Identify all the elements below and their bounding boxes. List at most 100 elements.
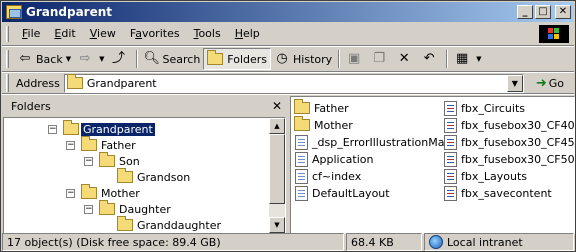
history-button[interactable]: ◷ History [271,48,335,70]
collapse-icon[interactable]: − [84,204,93,214]
chevron-down-icon[interactable]: ▼ [506,74,523,92]
folder-open-icon [63,120,79,135]
tree-label[interactable]: Mother [99,187,142,200]
menu-grip[interactable] [6,26,9,42]
status-objects: 17 object(s) (Disk free space: 89.4 GB) [2,233,344,251]
menu-help[interactable]: Help [228,25,267,43]
go-arrow-icon: ➜ [535,75,547,91]
toolbar-divider [446,50,449,68]
title-bar[interactable]: Grandparent _ □ ✕ [2,2,574,22]
standard-toolbar: ⇦ Back ▼ ⇨ ▼ ⤴ 🔍︎ Search Folders ◷ Histo… [3,47,575,71]
address-grip[interactable] [6,74,9,92]
tree-item-mother[interactable]: − Mother [66,184,142,201]
toolbar-divider [338,50,341,68]
list-item[interactable]: fbx_Circuits [444,100,525,116]
list-item[interactable]: cf~index [295,168,361,184]
go-button[interactable]: ➜ Go [536,76,564,91]
tree-label[interactable]: Daughter [117,203,173,216]
folder-window-icon [6,5,22,19]
list-item[interactable]: Application [295,151,373,167]
list-item[interactable]: fbx_savecontent [444,185,552,201]
address-input[interactable]: Grandparent ▼ [63,73,524,93]
chevron-down-icon[interactable]: ▼ [476,55,481,63]
list-item[interactable]: Father [294,99,349,116]
tree-item-daughter[interactable]: − Daughter [84,200,173,217]
document-icon [444,185,457,201]
folder-tree[interactable]: − Grandparent − Father − Son Grandson − [3,117,286,234]
globe-icon [429,235,443,249]
menu-file[interactable]: File [15,25,47,43]
collapse-icon[interactable]: − [84,156,93,166]
list-item[interactable]: fbx_fusebox30_CF40 [444,117,574,133]
status-size: 68.4 KB [346,233,422,251]
menu-view[interactable]: View [83,25,123,43]
list-item[interactable]: fbx_fusebox30_CF50 [444,151,574,167]
list-item[interactable]: DefaultLayout [295,185,390,201]
folder-icon [81,136,97,151]
tree-label[interactable]: Grandson [135,171,192,184]
tree-item-grandson[interactable]: Grandson [117,168,192,185]
tree-item-father[interactable]: − Father [66,136,138,153]
toolbar-divider [135,50,138,68]
chevron-down-icon[interactable]: ▼ [66,55,71,63]
collapse-icon[interactable]: − [66,188,75,198]
menu-edit[interactable]: Edit [47,25,82,43]
windows-logo-icon [539,25,569,43]
document-icon [444,168,457,184]
list-item[interactable]: Mother [294,116,353,133]
folder-icon [117,168,133,183]
list-item[interactable]: fbx_fusebox30_CF45 [444,134,574,150]
folder-icon [117,216,133,231]
folder-icon [294,99,310,114]
folders-icon [207,50,224,65]
address-divider-line [2,93,574,95]
menu-bar: File Edit View Favorites Tools Help [3,24,575,44]
search-icon: 🔍︎ [143,51,161,66]
tree-label[interactable]: Son [117,155,142,168]
views-button[interactable]: ▦ ▼ [451,48,484,70]
collapse-icon[interactable]: − [48,124,57,134]
tree-item-son[interactable]: − Son [84,152,142,169]
delete-button[interactable]: ✕ [393,48,418,70]
tree-label[interactable]: Grandparent [81,122,155,136]
minimize-button[interactable]: _ [517,5,533,19]
collapse-icon[interactable]: − [66,140,75,150]
folders-pane: Folders ✕ − Grandparent − Father − Son G… [3,96,286,234]
document-icon [444,100,457,116]
copy-to-button[interactable]: ❐ [368,48,393,70]
list-item[interactable]: _dsp_ErrorIllustrationMain [295,134,454,150]
tree-item-granddaughter[interactable]: Granddaughter [117,216,223,233]
maximize-button[interactable]: □ [535,5,551,19]
tree-label[interactable]: Father [99,139,138,152]
tree-scrollbar[interactable]: ▲ ▼ [269,118,285,233]
undo-button[interactable]: ↶ [418,48,443,70]
menu-favorites[interactable]: Favorites [123,25,187,43]
scroll-thumb[interactable] [269,134,285,204]
scroll-up-icon[interactable]: ▲ [269,118,285,134]
close-button[interactable]: ✕ [555,5,571,19]
scroll-down-icon[interactable]: ▼ [269,217,285,233]
toolbar-grip[interactable] [6,50,9,68]
folder-icon [99,152,115,167]
document-icon [444,134,457,150]
close-icon[interactable]: ✕ [272,99,282,113]
move-to-button[interactable]: ▣ [343,48,368,70]
back-arrow-icon: ⇦ [19,51,31,66]
chevron-down-icon[interactable]: ▼ [99,55,104,63]
address-value[interactable]: Grandparent [87,77,157,90]
file-list[interactable]: Father Mother _dsp_ErrorIllustrationMain… [290,96,575,234]
menu-tools[interactable]: Tools [187,25,228,43]
folder-icon [66,74,83,89]
tree-label[interactable]: Granddaughter [135,219,223,232]
document-icon [295,134,308,150]
folders-button[interactable]: Folders [203,48,272,70]
status-zone: Local intranet [424,233,574,251]
document-icon [295,185,308,201]
tree-item-grandparent[interactable]: − Grandparent [48,120,155,137]
folders-pane-header: Folders ✕ [3,96,286,117]
forward-button[interactable]: ⇨ ▼ [74,48,107,70]
list-item[interactable]: fbx_Layouts [444,168,527,184]
back-button[interactable]: ⇦ Back ▼ [14,48,74,70]
up-folder-button[interactable]: ⤴ [108,48,133,70]
search-button[interactable]: 🔍︎ Search [141,48,204,70]
